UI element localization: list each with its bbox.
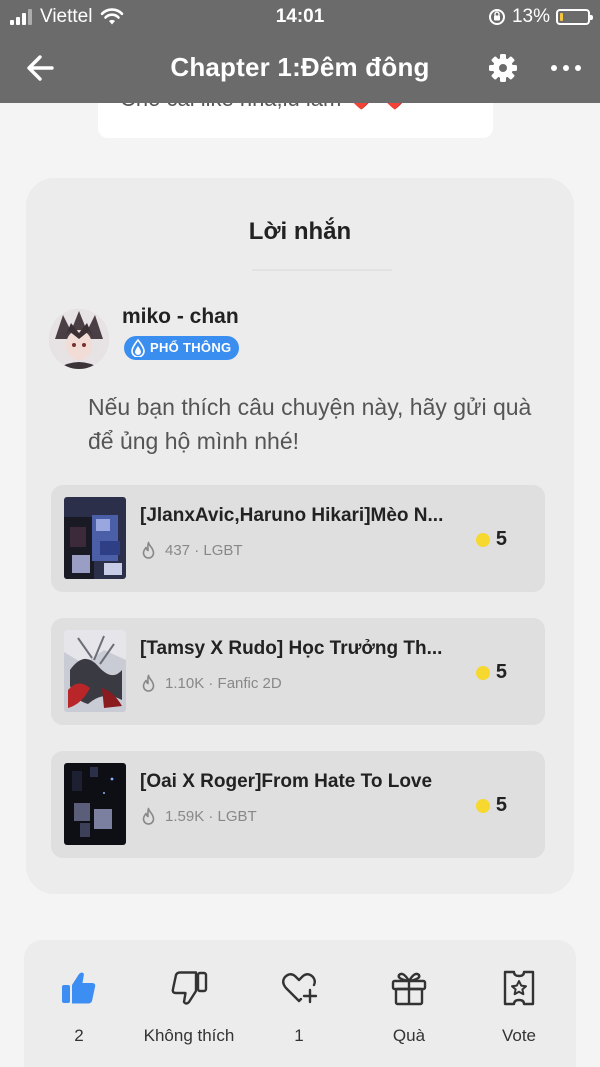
- heart-plus-icon: [282, 973, 318, 1004]
- action-bar: 2 Không thích 1 Quà Vote: [24, 940, 576, 1067]
- story-meta: 1.10K · Fanfic 2D: [140, 674, 282, 693]
- vote-button[interactable]: Vote: [464, 968, 574, 1046]
- story-meta-text: 437 · LGBT: [165, 542, 243, 559]
- dislike-label: Không thích: [143, 1026, 235, 1045]
- vote-label: Vote: [501, 1026, 537, 1045]
- story-price-value: 5: [495, 528, 507, 550]
- more-dots-icon: [551, 65, 581, 71]
- story-card[interactable]: [Tamsy X Rudo] Học Trưởng Th... 1.10K · …: [51, 618, 545, 725]
- story-price: 5: [475, 661, 507, 684]
- author-message: Nếu bạn thích câu chuyện này, hãy gửi qu…: [88, 394, 532, 454]
- coin-icon: [475, 798, 490, 813]
- fire-icon: [142, 541, 155, 559]
- author-message-panel: Lời nhắn miko - chan PHỔ THÔNG Nếu bạn t…: [26, 178, 574, 894]
- story-meta: 1.59K · LGBT: [140, 807, 257, 826]
- status-bar: Viettel 14:01 13%: [0, 0, 600, 34]
- story-title: [Tamsy X Rudo] Học Trưởng Th...: [140, 638, 443, 659]
- drop-icon: [131, 339, 145, 357]
- gear-icon: [489, 54, 517, 82]
- more-button[interactable]: [546, 52, 586, 84]
- avatar[interactable]: [49, 309, 109, 369]
- story-title: [Oai X Roger]From Hate To Love: [140, 771, 433, 792]
- gift-icon: [391, 972, 427, 1006]
- story-card[interactable]: [JlanxAvic,Haruno Hikari]Mèo N... 437 · …: [51, 485, 545, 592]
- story-price: 5: [475, 794, 507, 817]
- app-header: Viettel 14:01 13% Chapter 1:Đêm đông: [0, 0, 600, 103]
- coin-icon: [475, 532, 490, 547]
- divider: [252, 269, 392, 271]
- like-button[interactable]: 2: [24, 968, 134, 1046]
- story-price-value: 5: [495, 794, 507, 816]
- author-name[interactable]: miko - chan: [122, 305, 239, 329]
- story-card[interactable]: [Oai X Roger]From Hate To Love 1.59K · L…: [51, 751, 545, 858]
- gift-label: Quà: [392, 1026, 426, 1045]
- coin-icon: [475, 665, 490, 680]
- settings-button[interactable]: [485, 50, 521, 86]
- follow-button[interactable]: 1: [244, 968, 354, 1046]
- vote-ticket-icon: [503, 970, 535, 1006]
- story-price-value: 5: [495, 661, 507, 683]
- rotation-lock-icon: [488, 9, 505, 25]
- rank-badge: PHỔ THÔNG: [124, 336, 240, 360]
- thumbs-up-icon: [62, 972, 96, 1004]
- fire-icon: [142, 807, 155, 825]
- story-meta-text: 1.59K · LGBT: [165, 808, 257, 825]
- battery-percent: 13%: [511, 6, 550, 27]
- dislike-button[interactable]: Không thích: [134, 968, 244, 1046]
- battery-icon: [556, 9, 593, 25]
- heart-count: 1: [294, 1026, 304, 1045]
- thumbs-down-icon: [171, 971, 208, 1005]
- avatar-image: [49, 309, 109, 369]
- story-meta-text: 1.10K · Fanfic 2D: [165, 675, 282, 692]
- story-cover: [64, 630, 126, 712]
- nav-bar: Chapter 1:Đêm đông: [0, 34, 600, 103]
- like-count: 2: [74, 1026, 84, 1045]
- story-title: [JlanxAvic,Haruno Hikari]Mèo N...: [140, 505, 444, 526]
- fire-icon: [142, 674, 155, 692]
- gift-button[interactable]: Quà: [354, 968, 464, 1046]
- story-cover: [64, 497, 126, 579]
- rank-badge-label: PHỔ THÔNG: [150, 340, 232, 355]
- panel-title: Lời nhắn: [248, 218, 352, 245]
- story-price: 5: [475, 528, 507, 551]
- story-cover: [64, 763, 126, 845]
- story-meta: 437 · LGBT: [140, 541, 243, 560]
